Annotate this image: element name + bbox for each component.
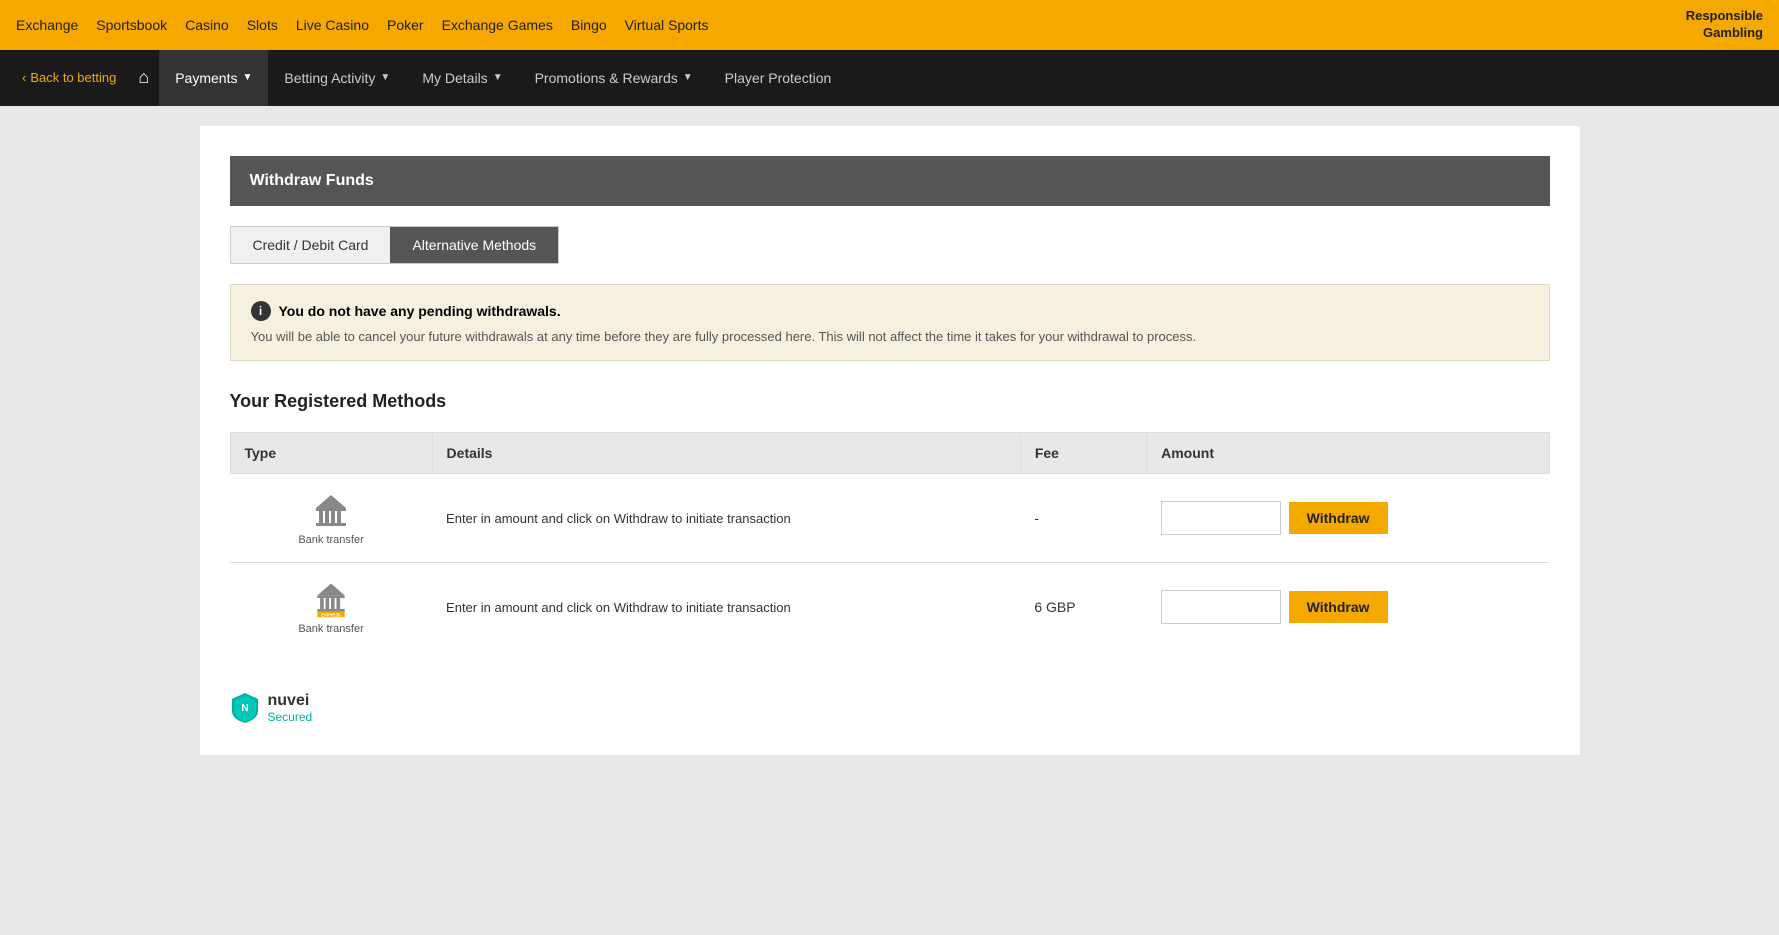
chevron-down-icon: ▼ <box>683 72 693 83</box>
nav-betting-activity[interactable]: Betting Activity ▼ <box>268 50 406 106</box>
table-row: EXPRESS Bank transfer Enter in amount an… <box>230 562 1549 651</box>
details-text-2: Enter in amount and click on Withdraw to… <box>446 600 791 615</box>
top-nav-links: Exchange Sportsbook Casino Slots Live Ca… <box>16 17 708 33</box>
tab-credit-debit-card[interactable]: Credit / Debit Card <box>231 227 391 263</box>
nav-player-protection[interactable]: Player Protection <box>709 50 848 106</box>
registered-methods-title: Your Registered Methods <box>230 391 1550 412</box>
nav-virtual-sports[interactable]: Virtual Sports <box>625 17 709 33</box>
chevron-left-icon: ‹ <box>22 70 26 85</box>
info-box-text: You will be able to cancel your future w… <box>251 329 1529 344</box>
methods-table: Type Details Fee Amount <box>230 432 1550 651</box>
nuvei-secured: Secured <box>268 710 313 724</box>
nuvei-shield-icon: N <box>230 691 260 725</box>
amount-cell-2: Withdraw <box>1147 562 1549 651</box>
bank-transfer-express-icon: EXPRESS <box>311 579 351 619</box>
type-label-2: Bank transfer <box>298 623 363 635</box>
th-type: Type <box>230 432 432 473</box>
responsible-gambling-link[interactable]: ResponsibleGambling <box>1686 8 1763 42</box>
back-to-betting-link[interactable]: ‹ Back to betting <box>10 70 128 85</box>
nav-poker[interactable]: Poker <box>387 17 424 33</box>
amount-cell-1: Withdraw <box>1147 473 1549 562</box>
main-content: Withdraw Funds Credit / Debit Card Alter… <box>200 126 1580 755</box>
nav-payments[interactable]: Payments ▼ <box>159 50 268 106</box>
amount-input-2[interactable] <box>1161 590 1281 624</box>
page-header: Withdraw Funds <box>230 156 1550 206</box>
type-cell-2: EXPRESS Bank transfer <box>230 562 432 651</box>
type-cell: Bank transfer <box>230 473 432 562</box>
nav-sportsbook[interactable]: Sportsbook <box>96 17 167 33</box>
amount-input-1[interactable] <box>1161 501 1281 535</box>
nav-live-casino[interactable]: Live Casino <box>296 17 369 33</box>
chevron-down-icon: ▼ <box>493 72 503 83</box>
th-amount: Amount <box>1147 432 1549 473</box>
nuvei-text: nuvei Secured <box>268 691 313 725</box>
nav-bingo[interactable]: Bingo <box>571 17 607 33</box>
nav-slots[interactable]: Slots <box>247 17 278 33</box>
nav-exchange[interactable]: Exchange <box>16 17 78 33</box>
info-box: i You do not have any pending withdrawal… <box>230 284 1550 361</box>
page-title: Withdraw Funds <box>250 172 374 189</box>
th-fee: Fee <box>1020 432 1146 473</box>
svg-text:EXPRESS: EXPRESS <box>321 612 341 617</box>
nav-my-details[interactable]: My Details ▼ <box>406 50 518 106</box>
th-details: Details <box>432 432 1020 473</box>
chevron-down-icon: ▼ <box>242 72 252 83</box>
details-cell-2: Enter in amount and click on Withdraw to… <box>432 562 1020 651</box>
details-text-1: Enter in amount and click on Withdraw to… <box>446 511 791 526</box>
nuvei-name: nuvei <box>268 691 313 710</box>
fee-cell-1: - <box>1020 473 1146 562</box>
top-navigation: Exchange Sportsbook Casino Slots Live Ca… <box>0 0 1779 50</box>
withdraw-button-2[interactable]: Withdraw <box>1289 591 1388 623</box>
method-tabs: Credit / Debit Card Alternative Methods <box>230 226 560 264</box>
home-button[interactable]: ⌂ <box>128 67 159 88</box>
nav-casino[interactable]: Casino <box>185 17 229 33</box>
info-box-title: i You do not have any pending withdrawal… <box>251 301 1529 321</box>
tab-alternative-methods[interactable]: Alternative Methods <box>390 227 558 263</box>
nuvei-logo: N nuvei Secured <box>230 691 1550 725</box>
info-icon: i <box>251 301 271 321</box>
secondary-navigation: ‹ Back to betting ⌂ Payments ▼ Betting A… <box>0 50 1779 106</box>
table-row: Bank transfer Enter in amount and click … <box>230 473 1549 562</box>
withdraw-button-1[interactable]: Withdraw <box>1289 502 1388 534</box>
type-label-1: Bank transfer <box>298 534 363 546</box>
nav-promotions-rewards[interactable]: Promotions & Rewards ▼ <box>519 50 709 106</box>
fee-cell-2: 6 GBP <box>1020 562 1146 651</box>
bank-transfer-icon <box>311 490 351 530</box>
svg-text:N: N <box>241 703 248 714</box>
details-cell-1: Enter in amount and click on Withdraw to… <box>432 473 1020 562</box>
nav-exchange-games[interactable]: Exchange Games <box>442 17 553 33</box>
chevron-down-icon: ▼ <box>380 72 390 83</box>
